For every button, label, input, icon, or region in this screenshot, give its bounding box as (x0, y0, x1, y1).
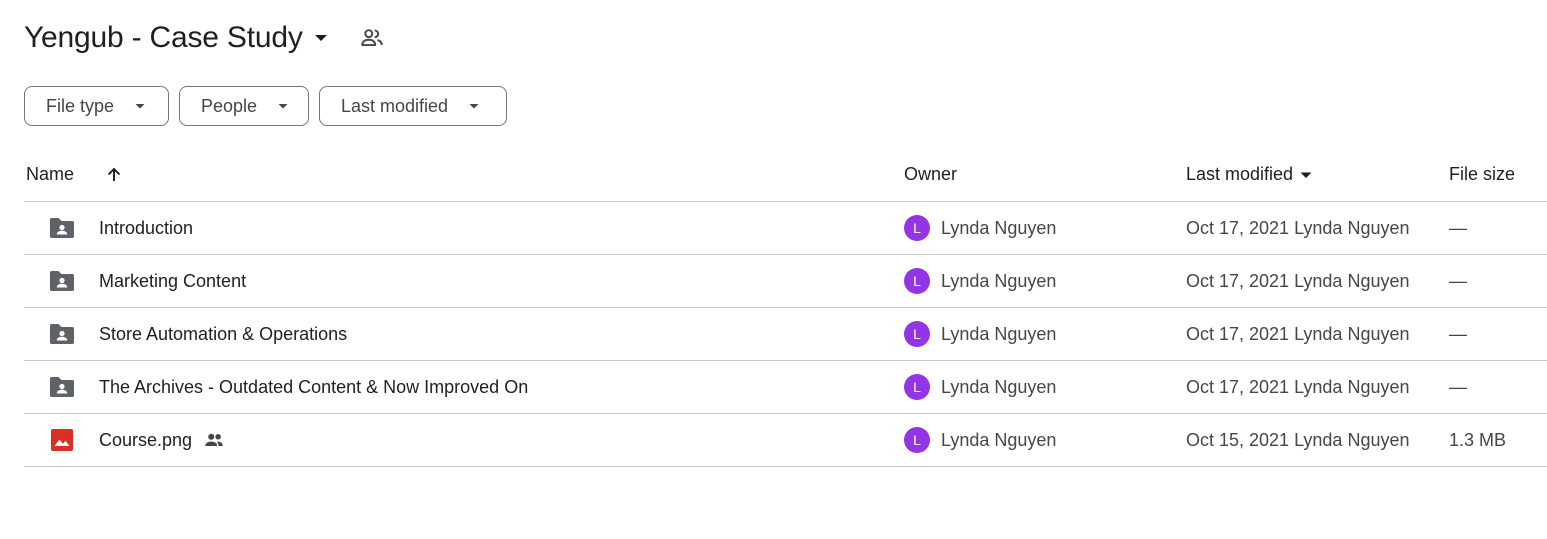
file-size-value: 1.3 MB (1449, 429, 1507, 450)
owner-cell: L Lynda Nguyen (904, 202, 1056, 254)
owner-name: Lynda Nguyen (941, 376, 1057, 397)
file-list: Name Owner Last modified File size Intro… (24, 148, 1547, 467)
arrow-drop-down-icon (1299, 168, 1313, 182)
arrow-drop-down-icon (311, 28, 331, 48)
file-type-filter[interactable]: File type (24, 86, 169, 126)
shared-people-icon (202, 428, 226, 452)
last-modified-value: Oct 17, 2021 Lynda Nguyen (1186, 323, 1410, 344)
arrow-drop-down-icon (466, 98, 482, 114)
file-size-value: — (1449, 270, 1467, 291)
name-column-label: Name (26, 164, 75, 184)
file-size-value: — (1449, 217, 1467, 238)
file-size-value: — (1449, 376, 1467, 397)
file-size-column-header[interactable]: File size (1449, 148, 1515, 201)
file-size-value: — (1449, 323, 1467, 344)
last-modified-column-header[interactable]: Last modified (1186, 148, 1313, 201)
file-name: Store Automation & Operations (99, 323, 348, 344)
shared-folder-icon (48, 255, 76, 307)
arrow-drop-down-icon (132, 98, 148, 114)
owner-cell: L Lynda Nguyen (904, 414, 1056, 466)
shared-people-icon[interactable] (359, 25, 385, 51)
table-row[interactable]: The Archives - Outdated Content & Now Im… (24, 361, 1547, 414)
table-row[interactable]: Marketing Content L Lynda Nguyen Oct 17,… (24, 255, 1547, 308)
table-header: Name Owner Last modified File size (24, 148, 1547, 202)
table-row[interactable]: Course.png L Lynda Nguyen Oct 15, 2021 L… (24, 414, 1547, 467)
owner-name: Lynda Nguyen (941, 270, 1057, 291)
avatar: L (904, 215, 930, 241)
last-modified-value: Oct 17, 2021 Lynda Nguyen (1186, 270, 1410, 291)
folder-title: Yengub - Case Study (24, 21, 303, 54)
avatar: L (904, 374, 930, 400)
owner-cell: L Lynda Nguyen (904, 255, 1056, 307)
owner-cell: L Lynda Nguyen (904, 308, 1056, 360)
owner-name: Lynda Nguyen (941, 217, 1057, 238)
name-column-header[interactable]: Name (26, 148, 74, 201)
arrow-drop-down-icon (275, 98, 291, 114)
owner-column-header[interactable]: Owner (904, 148, 957, 201)
folder-title-button[interactable]: Yengub - Case Study (24, 21, 331, 55)
file-name: Introduction (99, 217, 194, 238)
file-size-column-label: File size (1449, 164, 1516, 184)
file-name-cell: Course.png (99, 414, 226, 466)
table-row[interactable]: Introduction L Lynda Nguyen Oct 17, 2021… (24, 202, 1547, 255)
header: Yengub - Case Study (24, 16, 385, 60)
owner-name: Lynda Nguyen (941, 429, 1057, 450)
file-name: Marketing Content (99, 270, 247, 291)
avatar: L (904, 427, 930, 453)
last-modified-filter[interactable]: Last modified (319, 86, 507, 126)
people-filter[interactable]: People (179, 86, 309, 126)
avatar: L (904, 321, 930, 347)
owner-name: Lynda Nguyen (941, 323, 1057, 344)
last-modified-value: Oct 17, 2021 Lynda Nguyen (1186, 217, 1410, 238)
file-name: Course.png (99, 429, 193, 450)
avatar: L (904, 268, 930, 294)
shared-folder-icon (48, 202, 76, 254)
owner-cell: L Lynda Nguyen (904, 361, 1056, 413)
shared-folder-icon (48, 308, 76, 360)
owner-column-label: Owner (904, 164, 958, 184)
last-modified-value: Oct 15, 2021 Lynda Nguyen (1186, 429, 1410, 450)
file-type-filter-label: File type (46, 95, 115, 116)
filter-bar: File type People Last modified (24, 86, 507, 126)
people-filter-label: People (201, 95, 258, 116)
last-modified-value: Oct 17, 2021 Lynda Nguyen (1186, 376, 1410, 397)
table-row[interactable]: Store Automation & Operations L Lynda Ng… (24, 308, 1547, 361)
last-modified-filter-label: Last modified (341, 95, 449, 116)
file-name: The Archives - Outdated Content & Now Im… (99, 376, 529, 397)
last-modified-column-label: Last modified (1186, 164, 1294, 184)
image-file-icon (48, 414, 76, 466)
shared-folder-icon (48, 361, 76, 413)
arrow-upward-icon[interactable] (104, 148, 124, 201)
